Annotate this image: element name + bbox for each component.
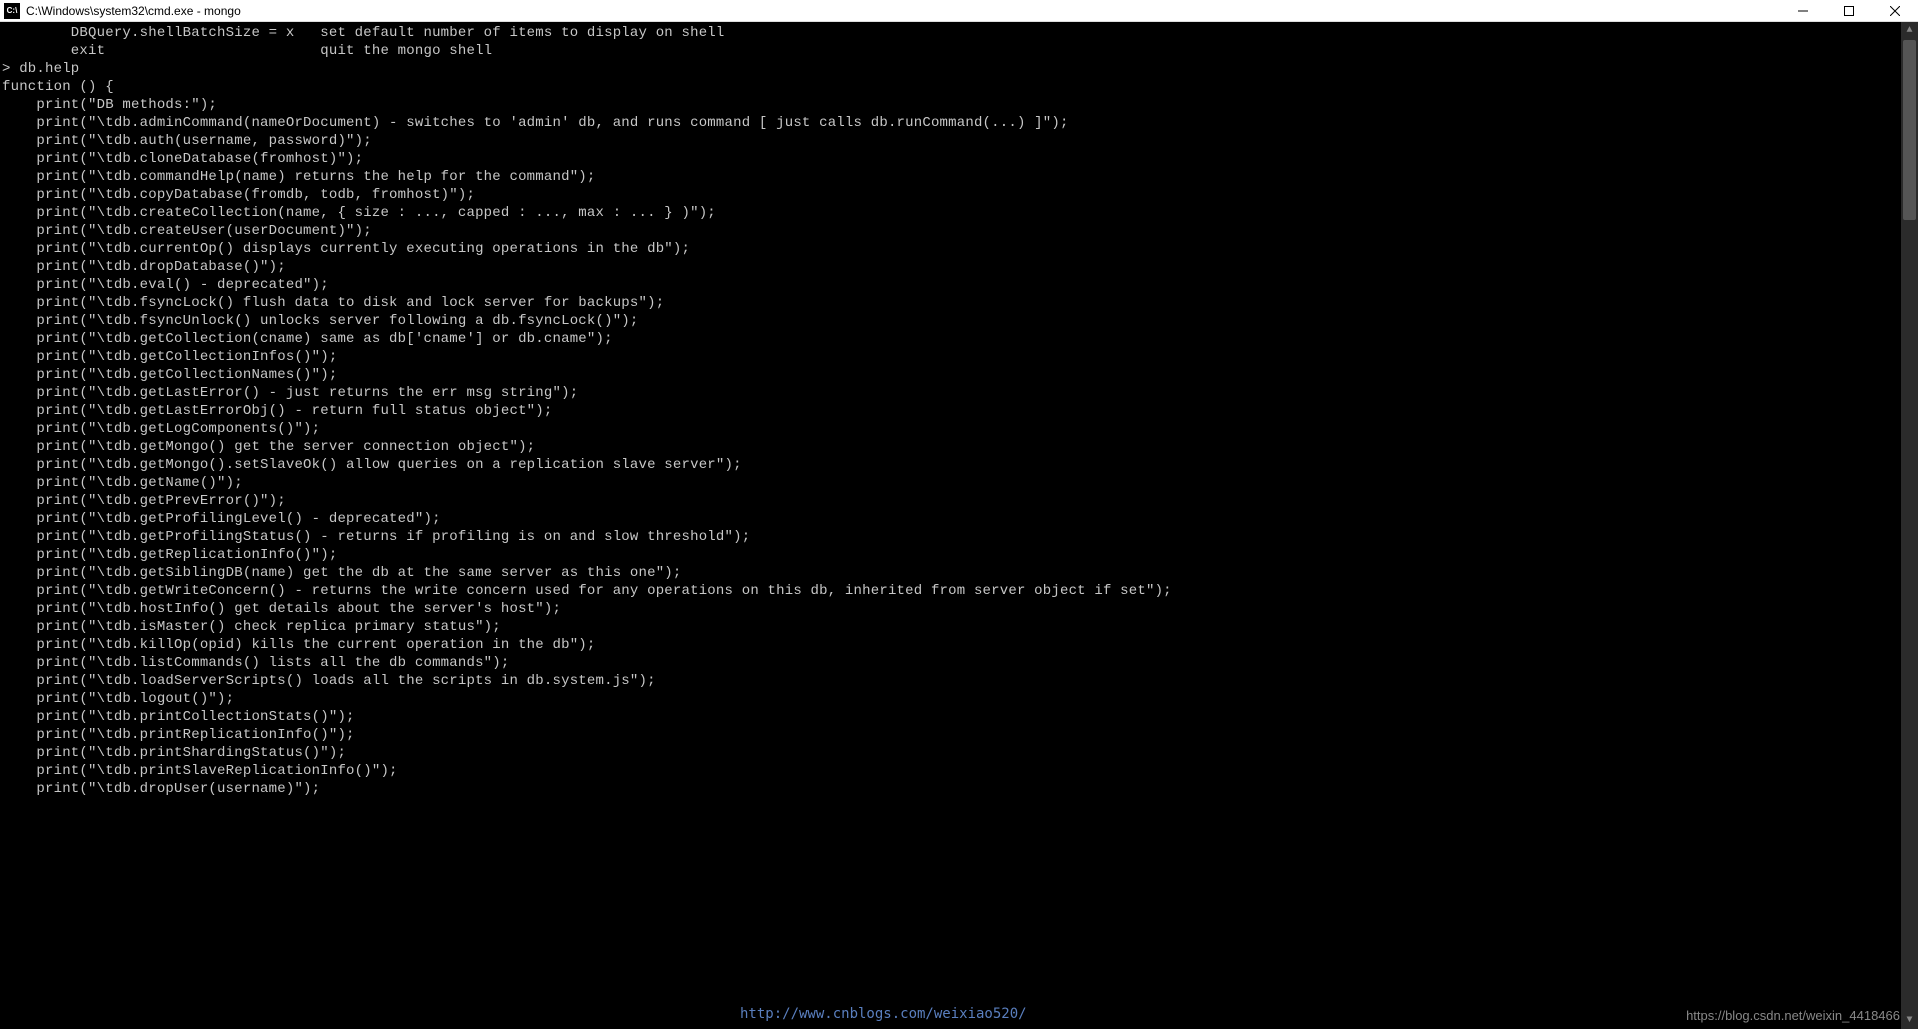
scroll-up-arrow[interactable]: ▲ xyxy=(1901,22,1918,39)
scroll-down-arrow[interactable]: ▼ xyxy=(1901,1012,1918,1029)
watermark-right: https://blog.csdn.net/weixin_4418466 xyxy=(1686,1007,1900,1025)
app-window: C:\ C:\Windows\system32\cmd.exe - mongo … xyxy=(0,0,1918,1029)
window-title: C:\Windows\system32\cmd.exe - mongo xyxy=(26,4,1780,18)
watermark-left: http://www.cnblogs.com/weixiao520/ xyxy=(740,1005,1027,1023)
scroll-thumb[interactable] xyxy=(1903,40,1916,220)
window-controls xyxy=(1780,0,1918,22)
terminal-output: DBQuery.shellBatchSize = x set default n… xyxy=(2,24,1918,798)
titlebar[interactable]: C:\ C:\Windows\system32\cmd.exe - mongo xyxy=(0,0,1918,22)
vertical-scrollbar[interactable]: ▲ ▼ xyxy=(1901,22,1918,1029)
close-button[interactable] xyxy=(1872,0,1918,22)
terminal-area[interactable]: DBQuery.shellBatchSize = x set default n… xyxy=(0,22,1918,1029)
minimize-button[interactable] xyxy=(1780,0,1826,22)
cmd-icon: C:\ xyxy=(4,3,20,19)
maximize-button[interactable] xyxy=(1826,0,1872,22)
